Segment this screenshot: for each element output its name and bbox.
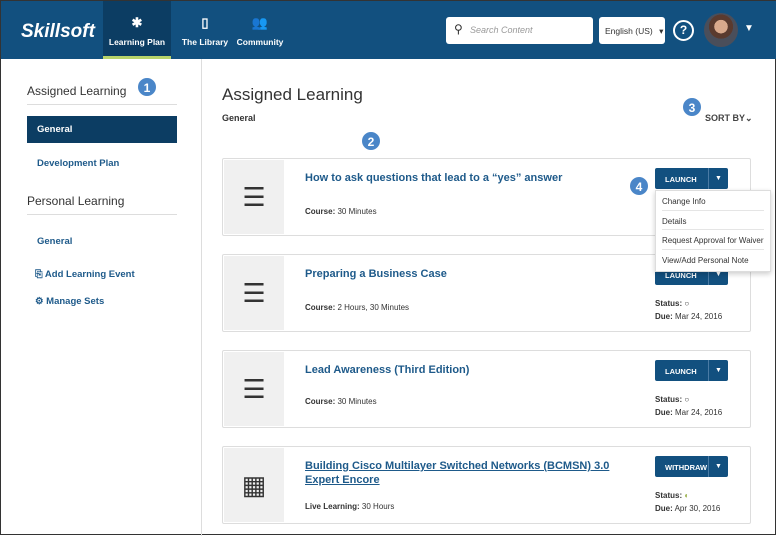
withdraw-button[interactable]: WITHDRAW ▼ (655, 456, 728, 477)
status-block: Status: ○ Due: Mar 24, 2016 (655, 393, 722, 419)
due-date: Apr 30, 2016 (674, 504, 721, 513)
course-card: ▦ Building Cisco Multilayer Switched Net… (222, 446, 751, 524)
callout-badge-3: 3 (682, 97, 702, 117)
status-empty-circle-icon: ○ (684, 395, 690, 404)
page-title: Assigned Learning (222, 85, 363, 104)
nav-label: Community (236, 37, 284, 47)
nav-learning-plan[interactable]: ✱ Learning Plan (103, 1, 171, 59)
search-input[interactable]: ⚲ Search Content (446, 17, 593, 44)
chevron-down-icon[interactable]: ▼ (708, 456, 728, 477)
button-label: LAUNCH (665, 175, 697, 184)
link-label: Add Learning Event (44, 269, 135, 280)
due-date: Mar 24, 2016 (675, 312, 723, 321)
launch-dropdown-menu: Change Info Details Request Approval for… (655, 190, 771, 272)
language-select[interactable]: English (US) ▾ (599, 17, 665, 44)
menu-item-change-info[interactable]: Change Info (662, 191, 764, 211)
callout-badge-2: 2 (361, 131, 381, 151)
skillsoft-logo[interactable]: Skillsoft (21, 21, 95, 43)
sort-label: SORT BY (705, 113, 746, 123)
launch-button[interactable]: LAUNCH ▼ (655, 168, 728, 189)
chevron-down-icon: ▾ (659, 26, 664, 36)
menu-item-request-waiver[interactable]: Request Approval for Waiver (662, 230, 764, 250)
nav-label: Learning Plan (108, 37, 166, 47)
due-label: Due: (655, 408, 673, 417)
meta-duration: 30 Hours (361, 502, 395, 511)
button-label: LAUNCH (665, 271, 697, 280)
launch-button[interactable]: LAUNCH ▼ (655, 360, 728, 381)
meta-label: Course: (305, 207, 336, 216)
avatar[interactable] (704, 13, 738, 47)
due-label: Due: (655, 504, 673, 513)
search-placeholder: Search Content (470, 25, 533, 35)
gear-icon: ⚙ (35, 296, 44, 307)
due-date: Mar 24, 2016 (675, 408, 723, 417)
course-meta: Course: 2 Hours, 30 Minutes (305, 303, 409, 312)
books-icon: ☰ (224, 352, 284, 426)
course-title[interactable]: Lead Awareness (Third Edition) (305, 363, 645, 377)
meta-duration: 30 Minutes (337, 397, 377, 406)
status-label: Status: (655, 299, 683, 308)
status-half-circle-icon: ◐ (684, 491, 690, 500)
menu-item-details[interactable]: Details (662, 211, 764, 230)
nav-community[interactable]: 👥 Community (227, 1, 293, 59)
meta-duration: 2 Hours, 30 Minutes (337, 303, 410, 312)
people-icon: 👥 (251, 15, 269, 30)
puzzle-icon: ✱ (131, 15, 143, 30)
course-meta: Course: 30 Minutes (305, 397, 377, 406)
sidebar-item-development-plan[interactable]: Development Plan (27, 150, 177, 177)
course-meta: Live Learning: 30 Hours (305, 502, 394, 511)
link-label: Manage Sets (46, 296, 105, 307)
course-title[interactable]: Preparing a Business Case (305, 267, 645, 281)
course-card: ☰ Lead Awareness (Third Edition) Course:… (222, 350, 751, 428)
button-label: WITHDRAW (665, 463, 708, 472)
manage-sets-link[interactable]: ⚙ Manage Sets (27, 288, 177, 315)
books-icon: ☰ (224, 160, 284, 234)
course-title[interactable]: Building Cisco Multilayer Switched Netwo… (305, 459, 645, 487)
add-learning-event-link[interactable]: ⎘ Add Learning Event (27, 261, 177, 288)
chevron-down-icon: ⌄ (745, 113, 753, 123)
meta-label: Course: (305, 397, 336, 406)
sort-by-button[interactable]: SORT BY⌄ (705, 113, 753, 124)
chevron-down-icon[interactable]: ▼ (708, 168, 728, 189)
user-menu-caret-icon[interactable]: ▼ (744, 23, 754, 34)
meta-label: Course: (305, 303, 336, 312)
meta-duration: 30 Minutes (337, 207, 377, 216)
course-meta: Course: 30 Minutes (305, 207, 377, 216)
status-empty-circle-icon: ○ (684, 299, 690, 308)
grid-icon: ▦ (224, 448, 284, 522)
button-label: LAUNCH (665, 367, 697, 376)
sidebar-item-personal-general[interactable]: General (27, 228, 177, 255)
status-block: Status: ◐ Due: Apr 30, 2016 (655, 489, 720, 515)
top-header: Skillsoft ✱ Learning Plan ▯ The Library 👥 C… (1, 1, 776, 59)
language-value: English (US) (605, 26, 653, 36)
help-button[interactable]: ? (673, 20, 694, 41)
books-icon: ☰ (224, 256, 284, 330)
status-label: Status: (655, 491, 683, 500)
page-subtitle: General (222, 113, 256, 123)
menu-item-personal-note[interactable]: View/Add Personal Note (662, 250, 764, 270)
callout-badge-1: 1 (137, 77, 157, 97)
due-label: Due: (655, 312, 673, 321)
personal-learning-heading: Personal Learning (27, 194, 177, 215)
nav-label: The Library (181, 37, 229, 47)
sidebar-item-general[interactable]: General (27, 116, 177, 143)
meta-label: Live Learning: (305, 502, 360, 511)
course-title[interactable]: How to ask questions that lead to a “yes… (305, 171, 645, 185)
add-document-icon: ⎘ (35, 269, 43, 280)
status-block: Status: ○ Due: Mar 24, 2016 (655, 297, 722, 323)
sidebar: Assigned Learning General Development Pl… (1, 59, 202, 536)
callout-badge-4: 4 (629, 176, 649, 196)
status-label: Status: (655, 395, 683, 404)
chevron-down-icon[interactable]: ▼ (708, 360, 728, 381)
search-icon: ⚲ (454, 22, 463, 36)
